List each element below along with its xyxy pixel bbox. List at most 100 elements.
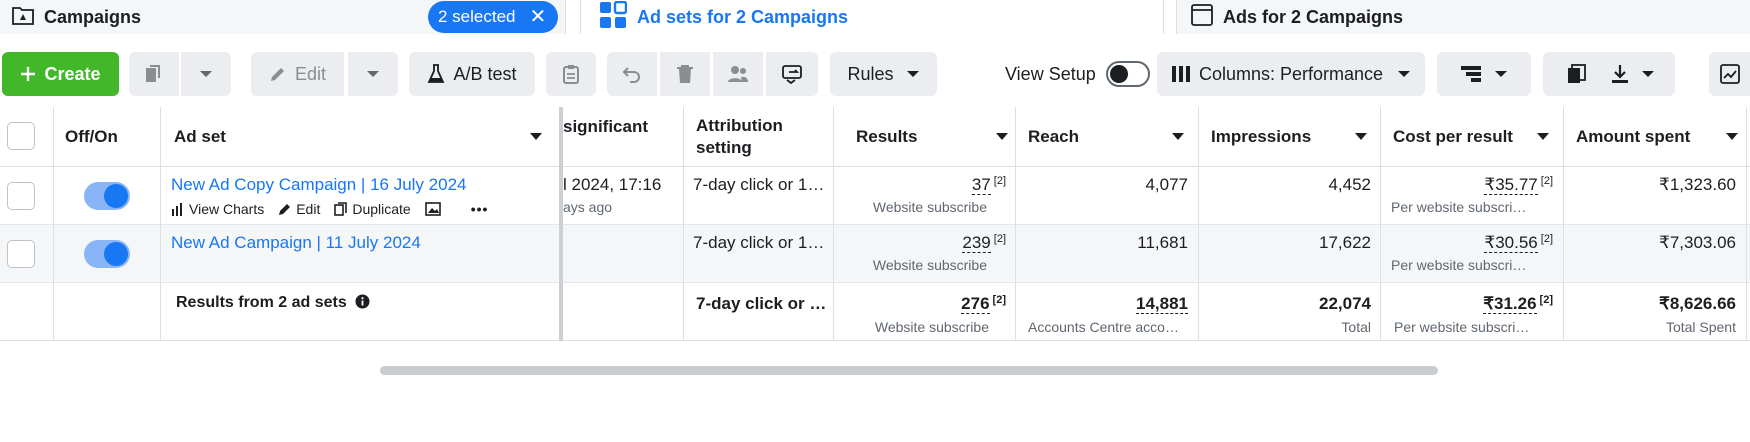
header-amount-spent[interactable]: Amount spent: [1576, 107, 1738, 167]
chevron-down-icon: [906, 71, 919, 77]
image-icon: [424, 202, 441, 216]
summary-impressions-sub: Total: [1341, 319, 1371, 335]
view-charts-action[interactable]: View Charts: [171, 201, 264, 217]
view-setup: View Setup: [1005, 52, 1150, 96]
header-impressions[interactable]: Impressions: [1211, 107, 1373, 167]
edit-button[interactable]: Edit: [251, 52, 344, 96]
tab-ads[interactable]: Ads for 2 Campaigns: [1176, 0, 1750, 34]
chevron-down-icon: [1398, 71, 1411, 77]
header-cost-per-result[interactable]: Cost per result: [1393, 107, 1555, 167]
undo-icon: [622, 67, 640, 83]
header-significant: significant: [563, 117, 649, 136]
table-row[interactable]: New Ad Copy Campaign | 16 July 2024 View…: [0, 167, 1750, 225]
edit-action[interactable]: Edit: [278, 201, 320, 217]
header-reach[interactable]: Reach: [1028, 107, 1190, 167]
ab-test-button[interactable]: A/B test: [409, 52, 535, 96]
summary-cost-sub: Per website subscri…: [1394, 319, 1530, 335]
results-number[interactable]: 239: [962, 233, 991, 253]
rules-label: Rules: [847, 63, 894, 84]
adset-on-off-toggle[interactable]: [84, 182, 130, 210]
results-value: 37 [2]: [834, 175, 1006, 195]
ab-test-label: A/B test: [453, 63, 517, 84]
results-sub: Website subscribe: [872, 257, 987, 273]
column-divider: [683, 107, 684, 341]
header-cost-per-result-label: Cost per result: [1393, 127, 1513, 146]
info-icon[interactable]: [355, 294, 370, 309]
header-reach-label: Reach: [1028, 127, 1080, 146]
charts-button[interactable]: [1709, 52, 1750, 96]
duplicate-action-label: Duplicate: [352, 201, 411, 217]
chevron-down-icon[interactable]: [1355, 133, 1367, 140]
header-ad-set[interactable]: Ad set: [174, 107, 556, 167]
cost-value: ₹35.77 [2]: [1380, 175, 1553, 195]
attribution-value: 7-day click or 1…: [693, 175, 825, 194]
download-button[interactable]: [1591, 52, 1675, 96]
cost-number[interactable]: ₹35.77: [1484, 175, 1538, 195]
row-checkbox[interactable]: [7, 240, 35, 268]
header-ad-set-label: Ad set: [174, 127, 226, 146]
create-button[interactable]: Create: [2, 52, 119, 96]
header-results[interactable]: Results: [856, 107, 1014, 167]
bar-chart-icon: [172, 203, 182, 216]
undo-button[interactable]: [607, 52, 657, 96]
view-charts-label: View Charts: [189, 201, 265, 217]
reach-value: 4,077: [1145, 175, 1188, 194]
tab-adsets[interactable]: Ad sets for 2 Campaigns: [580, 0, 1164, 34]
clipboard-button[interactable]: [546, 52, 596, 96]
cost-footnote: [2]: [1540, 175, 1553, 187]
chevron-down-icon: [367, 71, 379, 77]
select-all-checkbox[interactable]: [7, 122, 35, 150]
selected-count-badge[interactable]: 2 selected ✕: [428, 1, 559, 33]
cost-number[interactable]: ₹30.56: [1484, 233, 1538, 253]
rules-button[interactable]: Rules: [830, 52, 937, 96]
pencil-icon: [279, 204, 291, 215]
summary-results-number[interactable]: 276: [961, 294, 990, 314]
attribution-value: 7-day click or 1…: [693, 233, 825, 252]
edit-dropdown[interactable]: [348, 52, 398, 96]
tab-campaigns[interactable]: Campaigns 2 selected ✕: [0, 0, 566, 34]
delete-button[interactable]: [660, 52, 710, 96]
duplicate-action[interactable]: Duplicate: [334, 201, 411, 217]
adset-on-off-toggle[interactable]: [84, 240, 130, 268]
duplicate-button[interactable]: [129, 52, 179, 96]
results-footnote: [2]: [993, 175, 1006, 187]
more-actions-icon[interactable]: •••: [471, 201, 489, 217]
frozen-column-divider[interactable]: [559, 107, 563, 341]
horizontal-scrollbar[interactable]: [380, 366, 1438, 375]
breakdown-button[interactable]: [1437, 52, 1531, 96]
header-attribution[interactable]: Attribution setting: [696, 107, 826, 167]
swap-button[interactable]: [766, 52, 818, 96]
chevron-down-icon[interactable]: [996, 133, 1008, 140]
row-checkbox[interactable]: [7, 182, 35, 210]
results-number[interactable]: 37: [971, 175, 991, 195]
view-setup-toggle[interactable]: [1105, 61, 1150, 87]
table-row[interactable]: New Ad Campaign | 11 July 2024 7-day cli…: [0, 225, 1750, 283]
summary-reach-sub: Accounts Centre acco…: [1028, 319, 1179, 335]
plus-icon: [21, 67, 36, 81]
swap-icon: [782, 65, 802, 84]
summary-reach-number[interactable]: 14,881: [1136, 294, 1188, 314]
clear-selection-icon[interactable]: ✕: [530, 7, 547, 27]
audience-button[interactable]: [713, 52, 763, 96]
duplicate-dropdown[interactable]: [181, 52, 231, 96]
chevron-down-icon[interactable]: [1537, 133, 1549, 140]
cost-sub: Per website subscri…: [1391, 257, 1527, 273]
chevron-down-icon[interactable]: [1172, 133, 1184, 140]
ad-window-icon: [1191, 3, 1213, 31]
adset-name-link[interactable]: New Ad Campaign | 11 July 2024: [171, 233, 421, 253]
summary-cost-footnote: [2]: [1539, 294, 1553, 306]
adsets-table: Off/On Ad set significant Attribution se…: [0, 107, 1750, 363]
toolbar: Create Edit A/B test Rules View Setup Co…: [0, 52, 1750, 96]
chevron-down-icon[interactable]: [1726, 133, 1738, 140]
adset-name-link[interactable]: New Ad Copy Campaign | 16 July 2024: [171, 175, 466, 195]
columns-button[interactable]: Columns: Performance: [1157, 52, 1425, 96]
results-sub: Website subscribe: [872, 199, 987, 215]
download-icon: [1612, 65, 1628, 83]
cost-footnote: [2]: [1540, 233, 1553, 245]
results-footnote: [2]: [993, 233, 1006, 245]
summary-cost-number[interactable]: ₹31.26: [1483, 294, 1537, 314]
clipboard-icon: [563, 65, 579, 84]
duplicate-icon: [334, 202, 348, 216]
chevron-down-icon[interactable]: [530, 133, 542, 140]
preview-action[interactable]: [424, 202, 445, 216]
